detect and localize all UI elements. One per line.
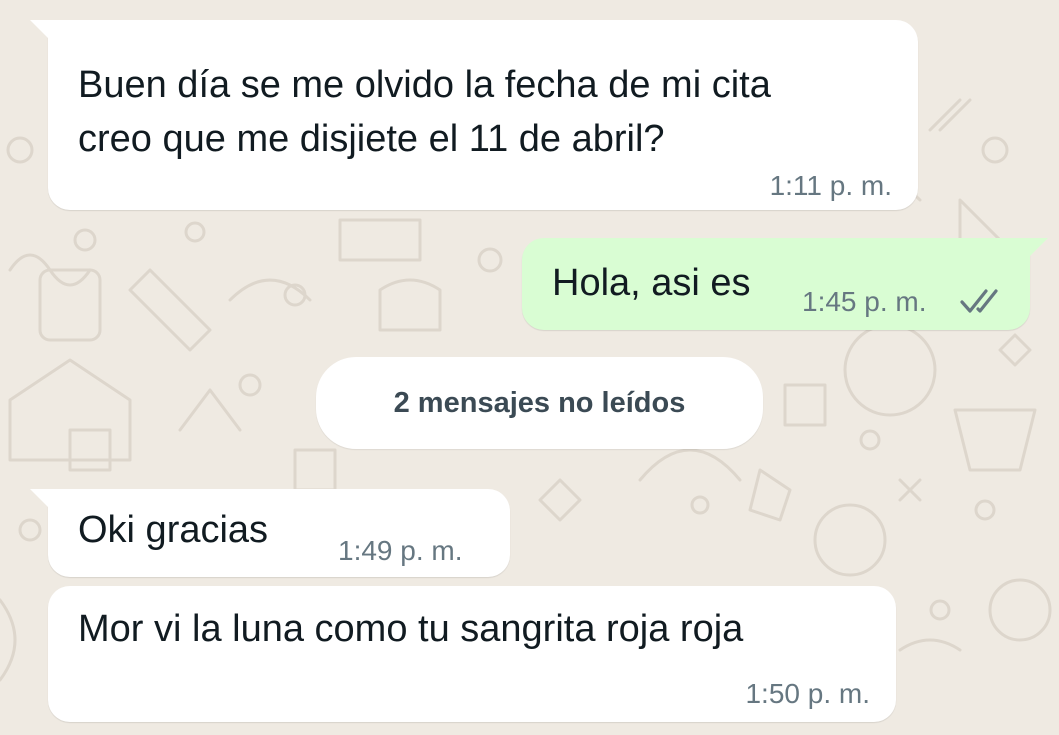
message-text: creo que me disjiete el 11 de abril? (78, 118, 665, 160)
message-text: Hola, asi es (552, 262, 751, 304)
message-outgoing[interactable]: Hola, asi es 1:45 p. m. (522, 238, 1048, 330)
message-time: 1:45 p. m. (802, 286, 927, 317)
message-text: Oki gracias (78, 509, 269, 551)
message-text: Buen día se me olvido la fecha de mi cit… (78, 64, 771, 106)
bubble-tail (30, 489, 52, 511)
message-text: Mor vi la luna como tu sangrita roja roj… (78, 608, 744, 650)
message-time: 1:50 p. m. (745, 678, 870, 709)
unread-messages-divider: 2 mensajes no leídos (316, 357, 763, 449)
message-incoming[interactable]: Oki gracias 1:49 p. m. (30, 489, 510, 577)
message-time: 1:11 p. m. (769, 170, 892, 201)
message-incoming[interactable]: Mor vi la luna como tu sangrita roja roj… (48, 586, 896, 722)
double-check-icon (960, 289, 998, 313)
bubble-tail (30, 20, 52, 42)
bubble-tail (1026, 238, 1048, 260)
message-time: 1:49 p. m. (338, 535, 463, 566)
message-incoming[interactable]: Buen día se me olvido la fecha de mi cit… (30, 20, 918, 210)
unread-messages-label: 2 mensajes no leídos (393, 386, 686, 419)
